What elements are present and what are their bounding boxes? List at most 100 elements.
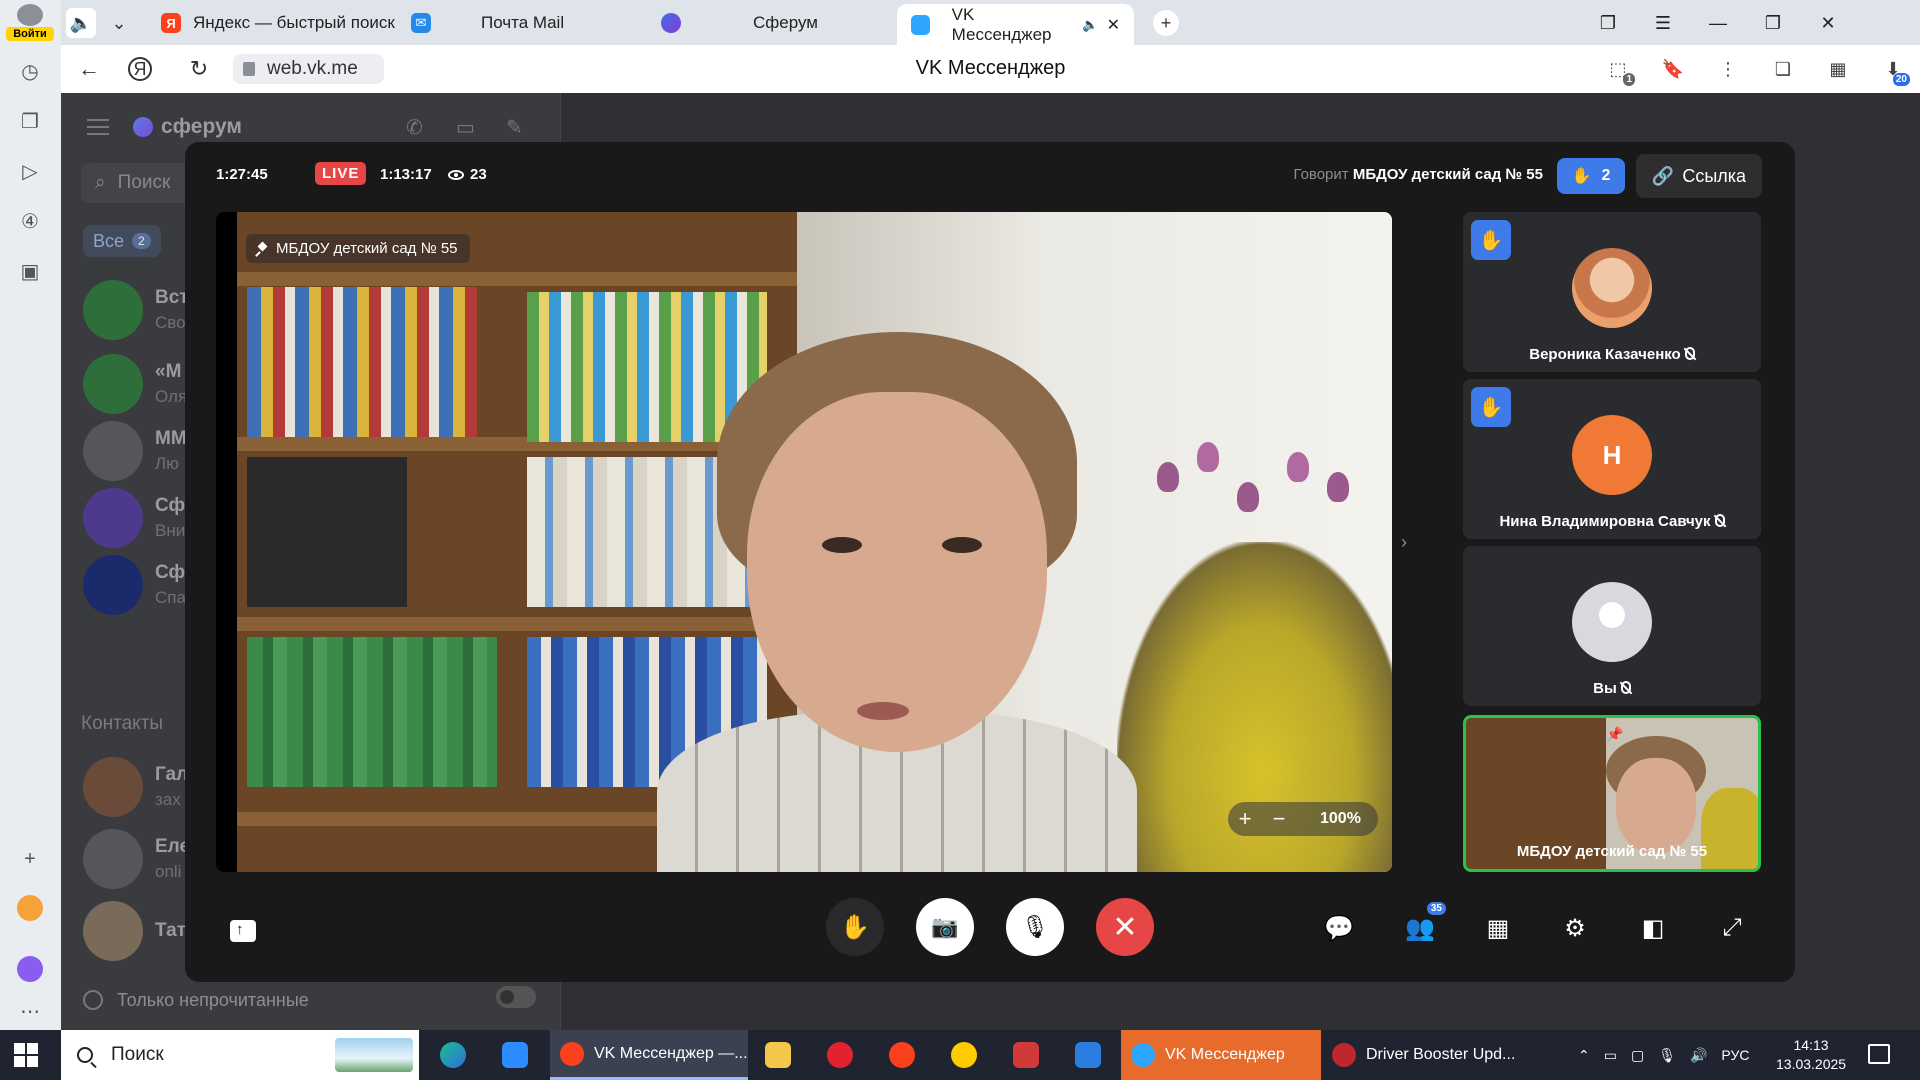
app-orange-icon[interactable]	[11, 889, 49, 927]
raised-hands-button[interactable]: ✋ 2	[1557, 158, 1625, 194]
protect-icon[interactable]: ⬚ 1	[1603, 54, 1635, 86]
zoom-app-icon[interactable]	[493, 1035, 537, 1075]
viewer-count: 23	[448, 166, 487, 183]
participant-tile[interactable]: ✋ Вероника Казаченко	[1463, 212, 1761, 372]
minimize-icon[interactable]: —	[1695, 6, 1741, 40]
screen-recorder-icon[interactable]	[1004, 1035, 1048, 1075]
back-icon[interactable]: ←	[73, 53, 105, 85]
settings-icon[interactable]: ⚙	[1557, 910, 1593, 946]
language-indicator[interactable]: РУС	[1721, 1047, 1749, 1063]
filter-all-chip[interactable]: Все 2	[83, 225, 161, 257]
speaker-person	[657, 332, 1137, 872]
mic-off-button[interactable]: 🎙	[1006, 898, 1064, 956]
participant-name: Вероника Казаченко	[1463, 346, 1761, 363]
end-call-button[interactable]: ✕	[1096, 898, 1154, 956]
edge-icon[interactable]	[431, 1035, 475, 1075]
participant-avatar: Н	[1572, 415, 1652, 495]
speaking-prefix: Говорит	[1293, 166, 1349, 183]
history-icon[interactable]: ◷	[11, 52, 49, 90]
main-video[interactable]: МБДОУ детский сад № 55 + − 100%	[216, 212, 1392, 872]
contact-name: Гал	[155, 764, 189, 785]
zoom-control: + − 100%	[1228, 802, 1378, 836]
clock[interactable]: 14:13 13.03.2025	[1776, 1036, 1846, 1074]
zoom-in-button[interactable]: +	[1228, 806, 1262, 832]
copy-link-button[interactable]: 🔗 Ссылка	[1636, 154, 1762, 198]
menu-burger-icon[interactable]	[87, 119, 109, 135]
alice-icon[interactable]	[11, 950, 49, 988]
participant-tile[interactable]: Вы	[1463, 546, 1761, 706]
downloads-icon[interactable]: ⬇ 20	[1878, 54, 1910, 86]
close-icon: ✕	[1112, 910, 1138, 944]
chevron-down-icon[interactable]: ⌄	[104, 8, 134, 38]
speaker-icon[interactable]: 🔈	[66, 8, 96, 38]
unread-toggle[interactable]	[496, 986, 536, 1008]
participant-tile-speaking[interactable]: 📌 МБДОУ детский сад № 55	[1463, 715, 1761, 872]
bookmark-icon[interactable]: 🔖	[1658, 54, 1688, 84]
chat-icon[interactable]: 💬	[1321, 910, 1357, 946]
taskbar-window-vk[interactable]: VK Мессенджер	[1121, 1030, 1321, 1080]
close-window-icon[interactable]: ✕	[1805, 6, 1851, 40]
participant-tile[interactable]: ✋ Н Нина Владимировна Савчук	[1463, 379, 1761, 539]
defender-icon[interactable]	[1066, 1035, 1110, 1075]
participant-name: Нина Владимировна Савчук	[1463, 513, 1761, 530]
new-tab-icon[interactable]: +	[1153, 10, 1179, 36]
url-field[interactable]: web.vk.me	[233, 54, 384, 84]
yandex-market-icon[interactable]	[942, 1035, 986, 1075]
contact-avatar	[83, 829, 143, 889]
participants-icon[interactable]: 👥 35	[1402, 902, 1446, 946]
tab-yandex[interactable]: Я Яндекс — быстрый поиск	[161, 6, 451, 40]
volume-icon[interactable]: 🔊	[1690, 1047, 1707, 1064]
chevron-right-icon[interactable]: ›	[1392, 532, 1416, 556]
tab-close-icon[interactable]: ✕	[1107, 15, 1120, 35]
screen-share-icon[interactable]	[230, 920, 256, 942]
camera-icon[interactable]: ▢	[1631, 1047, 1644, 1064]
opera-icon[interactable]	[818, 1035, 862, 1075]
compose-icon[interactable]: ✎	[506, 115, 532, 141]
fullscreen-icon[interactable]: ⤢	[1714, 910, 1750, 946]
call-add-icon[interactable]: ✆	[406, 115, 432, 141]
more-icon[interactable]: ⋯	[11, 992, 49, 1030]
windows-start-icon[interactable]	[14, 1043, 38, 1067]
video-icon[interactable]: ▷	[11, 152, 49, 190]
add-panel-icon[interactable]: +	[11, 840, 49, 878]
chat-avatar	[83, 488, 143, 548]
live-badge: LIVE	[315, 162, 367, 185]
eye-icon	[448, 169, 464, 180]
number-four-icon[interactable]: ④	[11, 202, 49, 240]
extension-icon[interactable]: ▦	[1823, 54, 1853, 84]
archive-icon[interactable]: ▭	[456, 115, 482, 141]
login-label: Войти	[6, 27, 54, 41]
menu-icon[interactable]: ☰	[1640, 6, 1686, 40]
yandex-home-icon[interactable]: Я	[128, 57, 152, 81]
tab-audio-icon[interactable]: 🔈	[1082, 17, 1098, 33]
taskbar-window-driver-booster[interactable]: Driver Booster Upd...	[1322, 1030, 1516, 1080]
taskbar-search[interactable]: Поиск	[61, 1030, 419, 1080]
reload-icon[interactable]: ↻	[183, 53, 215, 85]
more-vertical-icon[interactable]: ⋮	[1713, 54, 1743, 84]
zoom-out-button[interactable]: −	[1262, 806, 1296, 832]
chevron-up-icon[interactable]: ⌃	[1578, 1047, 1590, 1064]
tab-mail[interactable]: ✉ Почта Mail	[411, 6, 661, 40]
file-explorer-icon[interactable]	[756, 1035, 800, 1075]
collections-icon[interactable]: ❐	[11, 102, 49, 140]
tab-bar: 🔈 ⌄ Я Яндекс — быстрый поиск ✉ Почта Mai…	[61, 0, 1920, 45]
grid-layout-icon[interactable]: ▦	[1480, 910, 1516, 946]
tab-vk-messenger[interactable]: VK Мессенджер 🔈 ✕	[897, 4, 1134, 45]
yandex-icon[interactable]	[880, 1035, 924, 1075]
reading-list-icon[interactable]: ❏	[1768, 54, 1798, 84]
link-icon: 🔗	[1651, 165, 1675, 186]
raise-hand-button[interactable]: ✋	[826, 898, 884, 956]
tab-sferum[interactable]: Сферум	[661, 6, 911, 40]
restore-icon[interactable]: ❐	[1750, 6, 1796, 40]
screenshot-icon[interactable]: ▣	[11, 252, 49, 290]
camera-off-button[interactable]: 📷	[916, 898, 974, 956]
microphone-icon[interactable]: 🎙	[1658, 1047, 1676, 1064]
login-button[interactable]: Войти	[6, 4, 54, 42]
clock-date: 13.03.2025	[1776, 1056, 1847, 1072]
picture-in-picture-icon[interactable]: ◧	[1635, 910, 1671, 946]
network-icon[interactable]: ▭	[1604, 1047, 1617, 1064]
vk-messenger-icon	[1131, 1043, 1155, 1067]
notifications-icon[interactable]	[1868, 1044, 1890, 1064]
taskbar-window-yandex[interactable]: VK Мессенджер —...	[550, 1030, 748, 1080]
tab-manager-icon[interactable]: ❐	[1585, 6, 1631, 40]
